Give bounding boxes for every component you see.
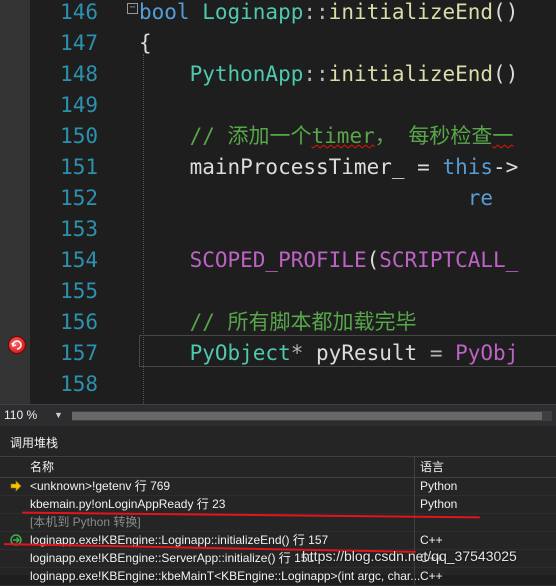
code-line[interactable]: 146 − bool Loginapp::initializeEnd()	[0, 0, 556, 28]
line-number: 158	[60, 372, 98, 396]
column-divider[interactable]	[414, 457, 415, 477]
line-number: 155	[60, 279, 98, 303]
column-divider	[414, 531, 415, 549]
code-line[interactable]: 147 {	[0, 28, 556, 59]
code-line[interactable]: 149	[0, 90, 556, 121]
code-line[interactable]: 157 PyObject* pyResult = PyObj	[0, 338, 556, 369]
code-line[interactable]: 150 // 添加一个timer， 每秒检查一	[0, 121, 556, 152]
chevron-down-icon[interactable]: ▼	[54, 408, 63, 423]
column-divider	[414, 567, 415, 585]
column-divider	[414, 477, 415, 495]
code-line[interactable]: 155	[0, 276, 556, 307]
line-number: 148	[60, 62, 98, 86]
code-comment: // 添加一个timer， 每秒检查一	[139, 124, 514, 148]
line-number: 156	[60, 310, 98, 334]
line-number: 149	[60, 93, 98, 117]
code-text: re	[139, 186, 494, 210]
frame-language: C++	[420, 569, 443, 583]
code-line[interactable]: 154 SCOPED_PROFILE(SCRIPTCALL_	[0, 245, 556, 276]
frame-language: Python	[420, 497, 458, 511]
horizontal-scrollbar[interactable]	[72, 411, 552, 421]
code-editor[interactable]: 146 − bool Loginapp::initializeEnd() 147…	[0, 0, 556, 404]
code-text: {	[139, 31, 152, 55]
column-divider	[414, 495, 415, 513]
panel-title: 调用堆栈	[10, 436, 59, 450]
column-header-language[interactable]: 语言	[420, 457, 444, 477]
line-number: 151	[60, 155, 98, 179]
frame-name: loginapp.exe!KBEngine::ServerApp::initia…	[30, 551, 315, 565]
frame-name: kbemain.py!onLoginAppReady 行 23	[30, 497, 226, 511]
line-number: 147	[60, 31, 98, 55]
zoom-value: 110 %	[4, 408, 38, 422]
line-number: 152	[60, 186, 98, 210]
zoom-dropdown[interactable]: 110 % ▼	[4, 408, 64, 423]
stack-frame-row[interactable]: <unknown>!getenv 行 769 Python	[0, 477, 556, 496]
code-text: SCOPED_PROFILE(SCRIPTCALL_	[189, 248, 519, 272]
scrollbar-thumb[interactable]	[72, 412, 542, 420]
collapse-icon[interactable]: −	[127, 3, 138, 14]
code-comment: // 所有脚本都加载完毕	[139, 310, 417, 334]
table-header: 名称 语言	[0, 456, 556, 478]
column-header-name[interactable]: 名称	[30, 457, 54, 477]
frame-name: [本机到 Python 转换]	[30, 515, 141, 529]
code-line[interactable]: 156 // 所有脚本都加载完毕	[0, 307, 556, 338]
stack-frame-row[interactable]: loginapp.exe!KBEngine::kbeMainT<KBEngine…	[0, 567, 556, 586]
frame-language: Python	[420, 479, 458, 493]
code-line[interactable]: 148 PythonApp::initializeEnd()	[0, 59, 556, 90]
yellow-arrow-icon	[10, 480, 22, 492]
code-text: PythonApp::initializeEnd()	[189, 62, 519, 86]
frame-language: C++	[420, 533, 443, 547]
editor-status-bar: 110 % ▼	[0, 404, 556, 427]
code-text: mainProcessTimer_ = this->	[139, 155, 519, 179]
code-text: bool Loginapp::initializeEnd()	[139, 0, 519, 24]
code-line[interactable]: 151 mainProcessTimer_ = this->	[0, 152, 556, 183]
line-number: 157	[60, 341, 98, 365]
code-text: PyObject* pyResult = PyObj	[189, 341, 519, 365]
line-number: 154	[60, 248, 98, 272]
line-number: 146	[60, 0, 98, 24]
code-line[interactable]: 152 re	[0, 183, 556, 214]
watermark: https://blog.csdn.net/qq_37543025	[302, 548, 517, 564]
frame-name: <unknown>!getenv 行 769	[30, 479, 171, 493]
line-number: 150	[60, 124, 98, 148]
line-number: 153	[60, 217, 98, 241]
code-line[interactable]: 153	[0, 214, 556, 245]
code-line[interactable]: 158	[0, 369, 556, 400]
frame-name: loginapp.exe!KBEngine::kbeMainT<KBEngine…	[30, 569, 421, 583]
stack-frame-row[interactable]: kbemain.py!onLoginAppReady 行 23 Python	[0, 495, 556, 514]
